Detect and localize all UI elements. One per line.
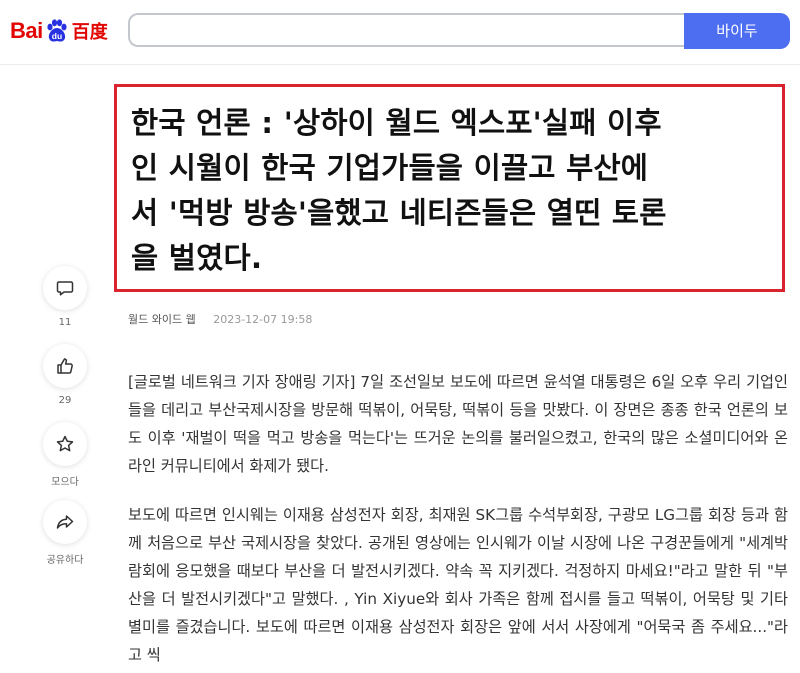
search-button[interactable]: 바이두: [684, 13, 790, 49]
baidu-logo[interactable]: Bai du 百度: [10, 14, 108, 48]
logo-text-du: du: [52, 31, 62, 41]
collect-label: 모으다: [51, 477, 79, 488]
article-title: 한국 언론 : '상하이 월드 엑스포'실패 이후 인 시월이 한국 기업가들을…: [131, 101, 772, 281]
title-line: 을 벌였다.: [131, 241, 263, 275]
title-line: 인 시월이 한국 기업가들을 이끌고 부산에: [131, 151, 649, 185]
like-count: 29: [58, 395, 72, 406]
logo-text-chinese: 百度: [71, 22, 108, 43]
comment-count: 11: [58, 317, 72, 328]
article-source[interactable]: 월드 와이드 웹: [128, 313, 196, 326]
paw-icon: du: [44, 18, 70, 44]
collect-button[interactable]: 모으다: [40, 422, 90, 488]
logo-text-bai: Bai: [10, 18, 43, 43]
top-header: Bai du 百度 바이두: [0, 0, 800, 65]
star-icon[interactable]: [43, 422, 87, 466]
search-input[interactable]: [128, 13, 684, 47]
title-line: 서 '먹방 방송'을했고 네티즌들은 열띤 토론: [131, 196, 667, 230]
article-body: [글로벌 네트워크 기자 장애링 기자] 7일 조선일보 보도에 따르면 윤석열…: [128, 368, 788, 669]
article-meta: 월드 와이드 웹 2023-12-07 19:58: [128, 311, 312, 327]
article-date: 2023-12-07 19:58: [213, 313, 313, 326]
thumbs-up-icon[interactable]: [43, 344, 87, 388]
comment-button[interactable]: 11: [40, 266, 90, 328]
comment-icon[interactable]: [43, 266, 87, 310]
article-paragraph: [글로벌 네트워크 기자 장애링 기자] 7일 조선일보 보도에 따르면 윤석열…: [128, 373, 788, 475]
like-button[interactable]: 29: [40, 344, 90, 406]
article-title-box: 한국 언론 : '상하이 월드 엑스포'실패 이후 인 시월이 한국 기업가들을…: [114, 84, 785, 292]
title-line: 한국 언론 : '상하이 월드 엑스포'실패 이후: [131, 106, 662, 140]
share-button[interactable]: 공유하다: [40, 500, 90, 566]
share-icon[interactable]: [43, 500, 87, 544]
share-label: 공유하다: [46, 555, 84, 566]
article-paragraph: 보도에 따르면 인시웨는 이재용 삼성전자 회장, 최재원 SK그룹 수석부회장…: [128, 506, 788, 664]
